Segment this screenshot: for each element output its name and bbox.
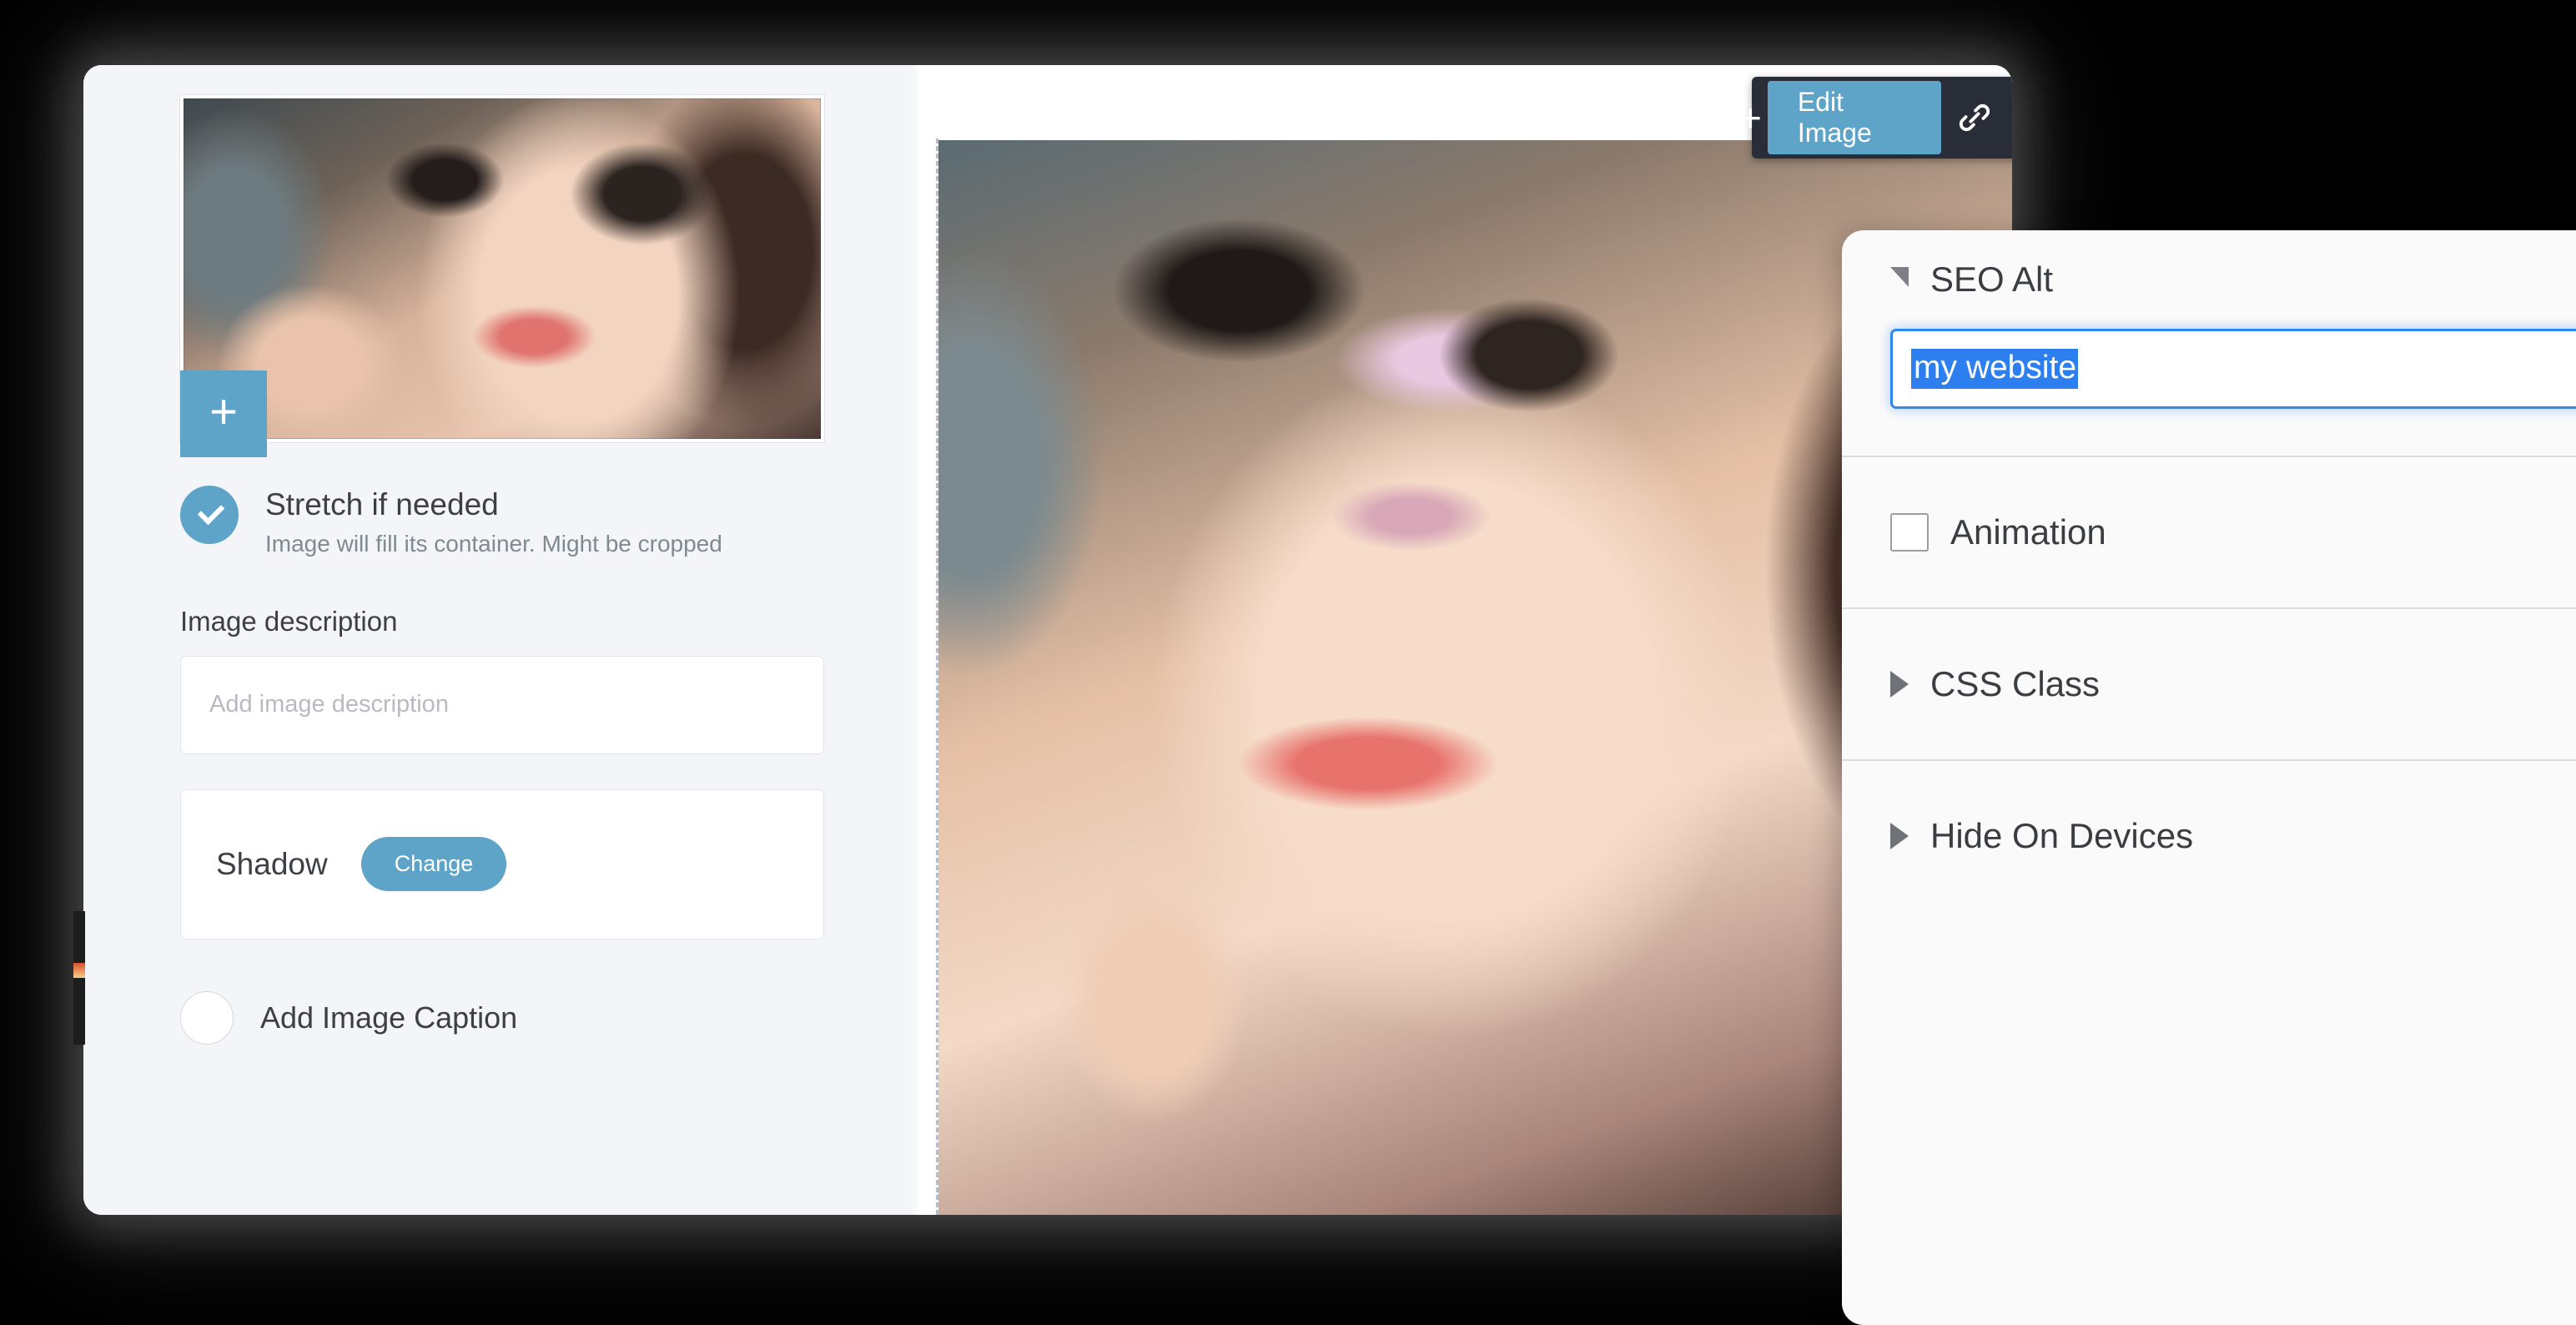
seo-alt-header[interactable]: SEO Alt [1890, 230, 2576, 329]
advanced-settings-panel: SEO Alt my website Animation CSS Class H… [1842, 230, 2576, 1325]
stretch-text: Stretch if needed Image will fill its co… [265, 486, 722, 557]
thumbnail-photo [184, 98, 821, 439]
image-description-placeholder: Add image description [209, 691, 449, 718]
stretch-title: Stretch if needed [265, 487, 499, 521]
css-class-label: CSS Class [1930, 664, 2101, 703]
chevron-expanded-icon[interactable] [1890, 267, 1909, 287]
seo-alt-input[interactable]: my website [1890, 329, 2576, 409]
add-image-caption-row[interactable]: Add Image Caption [180, 990, 918, 1045]
seo-alt-value: my website [1911, 348, 2079, 390]
hidden-left-element [73, 911, 85, 1045]
image-description-input[interactable]: Add image description [180, 655, 824, 754]
add-element-button[interactable]: + [1733, 77, 1768, 159]
screenshot-stage: + Stretch if needed Image will fill its … [0, 0, 2576, 1325]
image-settings-sidebar: + Stretch if needed Image will fill its … [83, 65, 918, 1215]
element-toolbar: + Edit Image [1739, 77, 2012, 159]
animation-label: Animation [1950, 512, 2106, 552]
image-thumbnail-area[interactable]: + [180, 95, 824, 457]
link-icon[interactable] [1941, 77, 2010, 159]
shadow-change-button[interactable]: Change [360, 837, 507, 892]
seo-alt-title: SEO Alt [1930, 259, 2054, 299]
editor-window: + Stretch if needed Image will fill its … [83, 65, 2012, 1215]
shadow-label: Shadow [216, 846, 328, 881]
stretch-checkbox[interactable] [180, 486, 239, 544]
chevron-collapsed-icon[interactable] [1890, 823, 1909, 849]
hide-on-devices-row[interactable]: Hide On Devices [1842, 761, 2576, 911]
image-thumbnail[interactable] [180, 95, 824, 442]
stretch-if-needed-row[interactable]: Stretch if needed Image will fill its co… [180, 486, 918, 557]
animation-checkbox[interactable] [1890, 513, 1929, 552]
image-description-label: Image description [180, 605, 398, 637]
list-icon[interactable] [2009, 77, 2012, 159]
seo-alt-section: SEO Alt my website [1842, 230, 2576, 456]
edit-image-button[interactable]: Edit Image [1767, 81, 1941, 154]
shadow-card: Shadow Change [180, 788, 824, 940]
css-class-row[interactable]: CSS Class [1842, 609, 2576, 759]
animation-row[interactable]: Animation [1842, 457, 2576, 607]
hide-on-devices-label: Hide On Devices [1930, 816, 2194, 855]
add-image-caption-label: Add Image Caption [260, 1000, 518, 1035]
stretch-subtitle: Image will fill its container. Might be … [265, 530, 722, 557]
hidden-left-element-accent [73, 963, 85, 978]
add-image-caption-toggle[interactable] [180, 990, 234, 1045]
seo-alt-input-wrap: my website [1890, 329, 2576, 456]
replace-image-button[interactable]: + [180, 370, 267, 457]
chevron-collapsed-icon[interactable] [1890, 671, 1909, 698]
